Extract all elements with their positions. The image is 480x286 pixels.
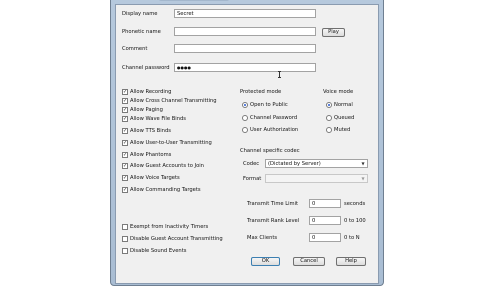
max-clients-input[interactable]: 0 — [309, 233, 341, 242]
checkbox-label: Allow Wave File Binds — [130, 116, 186, 122]
phonetic-name-input[interactable] — [174, 27, 316, 36]
transmit-time-limit-label: Transmit Time Limit — [247, 201, 299, 207]
radio-channel-password[interactable] — [242, 115, 248, 121]
window-title — [159, 0, 229, 1]
checkbox-label: Allow Voice Targets — [130, 175, 180, 181]
text-cursor-icon — [278, 71, 281, 78]
radio-label: Channel Password — [250, 115, 298, 121]
checkbox-allow-paging[interactable]: ✓ — [122, 107, 128, 113]
radio-queued[interactable] — [326, 115, 332, 121]
help-button[interactable]: Help — [336, 257, 366, 266]
dialog-client-area: Display name Secret Phonetic name Play C… — [115, 4, 379, 284]
radio-label: Queued — [334, 115, 355, 121]
checkbox-label: Disable Sound Events — [130, 248, 187, 254]
codec-value: (Dictated by Server) — [268, 161, 321, 167]
phonetic-name-label: Phonetic name — [122, 29, 161, 35]
checkbox-allow-phantoms[interactable]: ✓ — [122, 152, 128, 158]
checkbox-label: Allow Commanding Targets — [130, 187, 201, 193]
max-clients-unit: 0 to N — [344, 235, 360, 241]
display-name-input[interactable]: Secret — [174, 9, 316, 18]
checkbox-allow-commanding-targets[interactable]: ✓ — [122, 187, 128, 193]
transmit-rank-level-input[interactable]: 0 — [309, 216, 341, 225]
radio-label: Normal — [334, 102, 353, 108]
checkbox-allow-voice-targets[interactable]: ✓ — [122, 175, 128, 181]
comment-input[interactable] — [174, 44, 316, 53]
checkbox-label: Allow TTS Binds — [130, 128, 171, 134]
checkbox-allow-user-to-user[interactable]: ✓ — [122, 140, 128, 146]
checkbox-label: Allow Recording — [130, 89, 172, 95]
radio-label: User Authorization — [250, 127, 299, 133]
checkbox-disable-sound-events[interactable] — [122, 248, 128, 254]
format-select[interactable]: ▼ — [265, 174, 368, 183]
chevron-down-icon: ▼ — [361, 161, 365, 166]
checkbox-exempt-inactivity[interactable] — [122, 224, 128, 230]
radio-open-to-public[interactable] — [242, 102, 248, 108]
checkbox-allow-recording[interactable]: ✓ — [122, 89, 128, 95]
checkbox-allow-wave-file-binds[interactable]: ✓ — [122, 116, 128, 122]
radio-label: Muted — [334, 127, 351, 133]
radio-normal[interactable] — [326, 102, 332, 108]
checkbox-allow-cross-channel[interactable]: ✓ — [122, 98, 128, 104]
codec-select[interactable]: (Dictated by Server) ▼ — [265, 159, 368, 168]
radio-label: Open to Public — [250, 102, 288, 108]
transmit-rank-unit: 0 to 100 — [344, 218, 366, 224]
checkbox-label: Allow Cross Channel Transmitting — [130, 98, 217, 104]
title-bar[interactable] — [119, 0, 375, 3]
chevron-down-icon: ▼ — [361, 176, 365, 181]
checkbox-label: Allow Guest Accounts to Join — [130, 163, 204, 169]
display-name-label: Display name — [122, 11, 158, 17]
radio-user-authorization[interactable] — [242, 127, 248, 133]
cancel-button[interactable]: Cancel — [293, 257, 325, 266]
checkbox-label: Allow User-to-User Transmitting — [130, 140, 212, 146]
radio-muted[interactable] — [326, 127, 332, 133]
checkbox-label: Allow Paging — [130, 107, 163, 113]
voice-mode-title: Voice mode — [323, 89, 354, 95]
format-label: Format — [243, 176, 262, 182]
transmit-rank-level-label: Transmit Rank Level — [247, 218, 300, 224]
transmit-time-unit: seconds — [344, 201, 366, 207]
channel-password-input[interactable]: ●●●● — [174, 63, 316, 72]
ok-button[interactable]: OK — [251, 257, 280, 266]
codec-label: Codec — [243, 161, 260, 167]
checkbox-disable-guest-transmitting[interactable] — [122, 236, 128, 242]
codec-section-title: Channel specific codec — [240, 148, 300, 154]
checkbox-allow-guest-accounts[interactable]: ✓ — [122, 163, 128, 169]
checkbox-label: Exempt from Inactivity Timers — [130, 224, 209, 230]
checkbox-allow-tts-binds[interactable]: ✓ — [122, 128, 128, 134]
max-clients-label: Max Clients — [247, 235, 278, 241]
play-button[interactable]: Play — [322, 28, 345, 37]
channel-properties-window: Display name Secret Phonetic name Play C… — [110, 0, 384, 286]
comment-label: Comment — [122, 46, 148, 52]
channel-password-label: Channel password — [122, 65, 170, 71]
checkbox-label: Disable Guest Account Transmitting — [130, 236, 223, 242]
checkbox-label: Allow Phantoms — [130, 152, 172, 158]
protected-mode-title: Protected mode — [240, 89, 282, 95]
transmit-time-limit-input[interactable]: 0 — [309, 199, 341, 208]
